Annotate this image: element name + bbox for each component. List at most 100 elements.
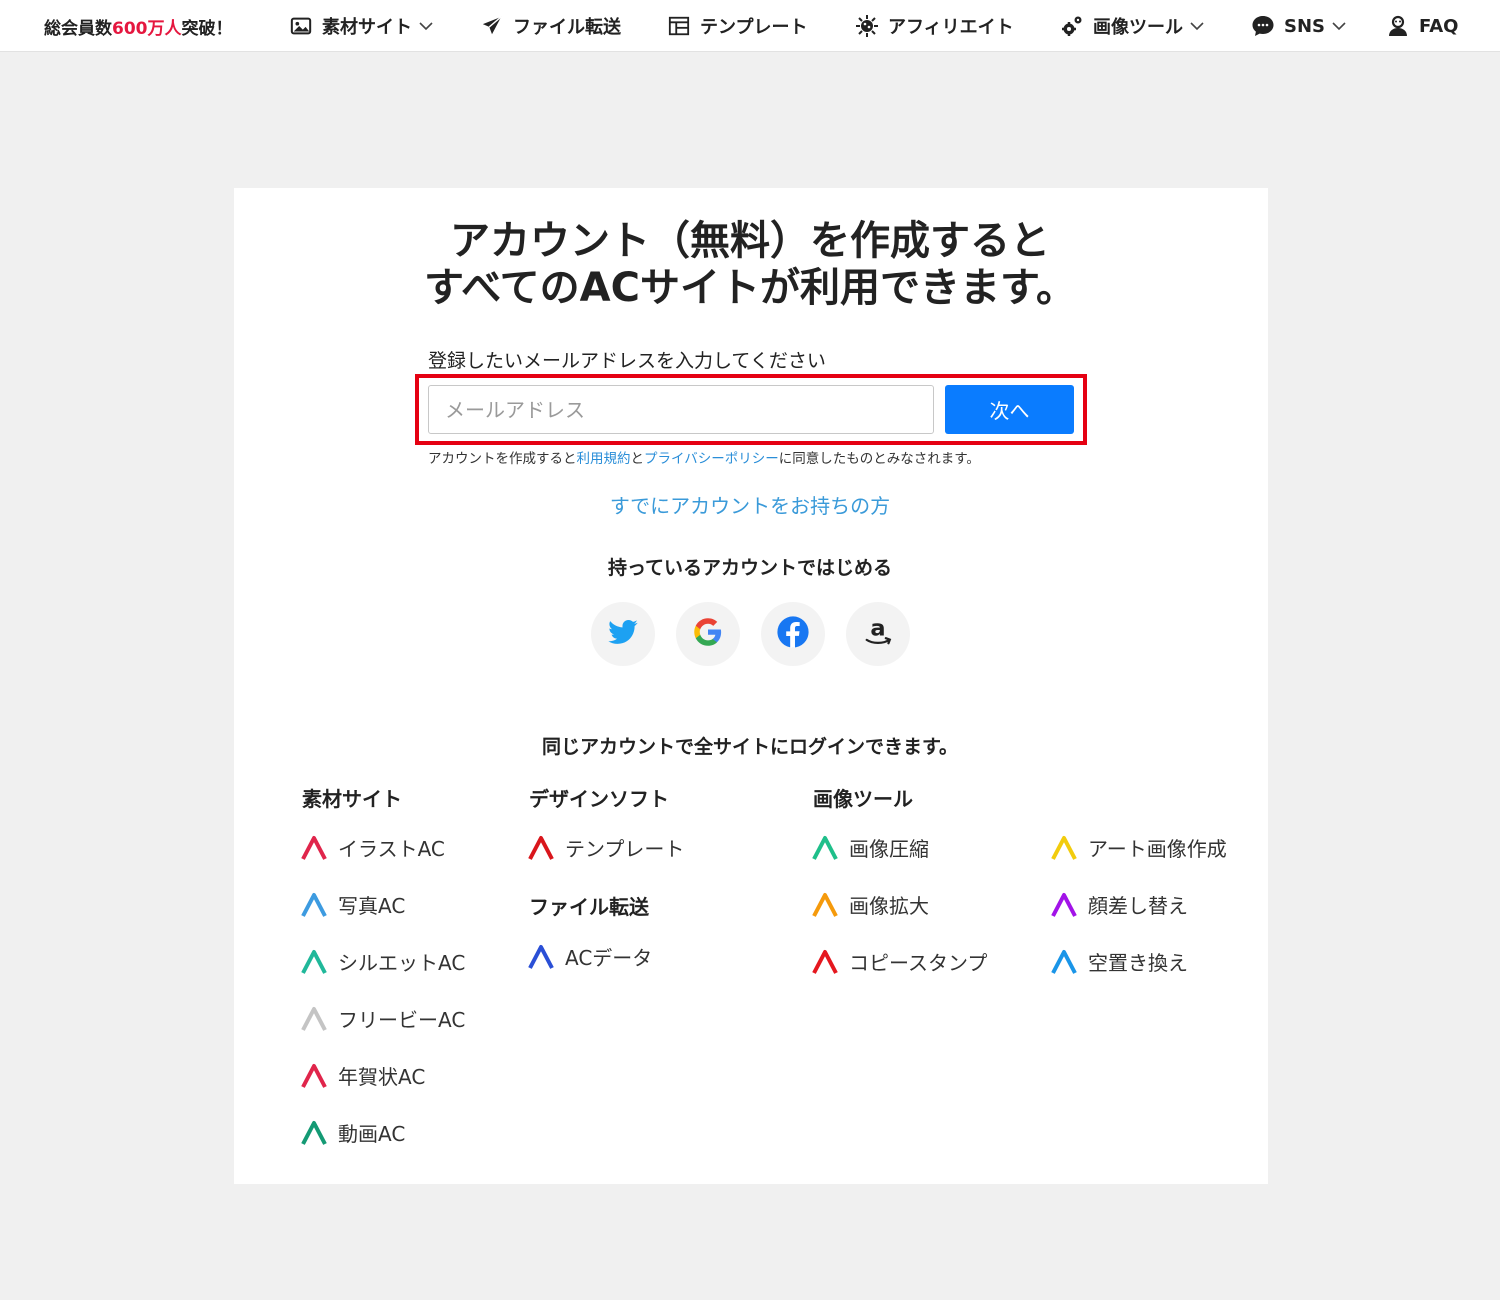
member-count-banner: 総会員数 600万人 突破！ bbox=[44, 0, 233, 52]
terms-middle: と bbox=[630, 451, 645, 467]
site-label: 空置き換え bbox=[1088, 951, 1188, 975]
site-label: 年賀状AC bbox=[338, 1065, 426, 1089]
site-link-face-swap[interactable]: 顔差し替え bbox=[1051, 890, 1188, 919]
facebook-icon bbox=[776, 615, 810, 653]
ac-logo-icon bbox=[301, 949, 327, 974]
image-tools-heading: 画像ツール bbox=[813, 787, 913, 811]
user-support-icon bbox=[1386, 14, 1410, 38]
chevron-down-icon bbox=[1331, 18, 1347, 34]
twitter-login-button[interactable] bbox=[591, 602, 655, 666]
top-navigation: 総会員数 600万人 突破！ 素材サイト ファイル転送 テンプレート アフィリエイト… bbox=[0, 0, 1500, 52]
template-icon bbox=[667, 14, 691, 38]
promo-suffix: 突破！ bbox=[181, 18, 233, 39]
terms-prefix: アカウントを作成すると bbox=[428, 451, 577, 467]
site-label: ACデータ bbox=[565, 946, 653, 970]
ac-logo-icon bbox=[528, 944, 554, 969]
site-link-image-upscale[interactable]: 画像拡大 bbox=[812, 890, 929, 919]
site-label: 画像拡大 bbox=[849, 894, 929, 918]
site-label: 写真AC bbox=[338, 894, 406, 918]
promo-highlight: 600万人 bbox=[112, 18, 182, 39]
nav-file-transfer[interactable]: ファイル転送 bbox=[480, 0, 621, 52]
ac-logo-icon bbox=[1051, 949, 1077, 974]
social-login-title: 持っているアカウントではじめる bbox=[607, 557, 893, 579]
amazon-icon: a bbox=[860, 614, 896, 654]
promo-prefix: 総会員数 bbox=[44, 18, 112, 39]
site-link-photo-ac[interactable]: 写真AC bbox=[301, 890, 405, 919]
design-software-heading: デザインソフト bbox=[529, 787, 669, 811]
ac-logo-icon bbox=[528, 835, 554, 860]
nav-label: 画像ツール bbox=[1093, 17, 1183, 38]
ac-logo-icon bbox=[812, 835, 838, 860]
ac-logo-icon bbox=[301, 892, 327, 917]
page-title: アカウント（無料）を作成すると すべてのACサイトが利用できます。 bbox=[0, 218, 1500, 312]
paper-plane-icon bbox=[480, 14, 504, 38]
site-label: シルエットAC bbox=[338, 951, 466, 975]
terms-suffix: に同意したものとみなされます。 bbox=[778, 451, 980, 467]
privacy-policy-link[interactable]: プライバシーポリシー bbox=[644, 451, 779, 467]
site-link-copy-stamp[interactable]: コピースタンプ bbox=[812, 947, 987, 976]
ac-logo-icon bbox=[1051, 835, 1077, 860]
nav-label: SNS bbox=[1284, 15, 1325, 37]
title-line-1: アカウント（無料）を作成すると bbox=[450, 218, 1050, 264]
twitter-icon bbox=[607, 616, 639, 652]
ac-logo-icon bbox=[1051, 892, 1077, 917]
site-label: 動画AC bbox=[338, 1122, 406, 1146]
material-sites-heading: 素材サイト bbox=[302, 787, 402, 811]
nav-label: アフィリエイト bbox=[888, 17, 1014, 38]
virus-icon bbox=[855, 14, 879, 38]
email-label: 登録したいメールアドレスを入力してください bbox=[428, 350, 826, 372]
terms-notice: アカウントを作成すると利用規約とプライバシーポリシーに同意したものとみなされます… bbox=[428, 447, 980, 467]
next-button[interactable]: 次へ bbox=[945, 385, 1074, 434]
nav-label: ファイル転送 bbox=[513, 17, 621, 38]
existing-account-row: すでにアカウントをお持ちの方 bbox=[0, 490, 1500, 519]
svg-text:a: a bbox=[870, 615, 885, 641]
ac-logo-icon bbox=[301, 1006, 327, 1031]
file-transfer-heading: ファイル転送 bbox=[529, 895, 649, 919]
google-icon bbox=[693, 617, 723, 651]
gears-icon bbox=[1060, 14, 1084, 38]
site-link-art-image[interactable]: アート画像作成 bbox=[1051, 833, 1227, 862]
nav-faq[interactable]: FAQ bbox=[1386, 0, 1458, 52]
site-link-freebie-ac[interactable]: フリービーAC bbox=[301, 1004, 465, 1033]
ac-logo-icon bbox=[301, 835, 327, 860]
chat-bubble-icon bbox=[1251, 14, 1275, 38]
ac-logo-icon bbox=[812, 949, 838, 974]
google-login-button[interactable] bbox=[676, 602, 740, 666]
site-label: フリービーAC bbox=[338, 1008, 466, 1032]
nav-label: 素材サイト bbox=[322, 17, 412, 38]
site-label: 画像圧縮 bbox=[849, 837, 929, 861]
amazon-login-button[interactable]: a bbox=[846, 602, 910, 666]
site-link-sky-replace[interactable]: 空置き換え bbox=[1051, 947, 1188, 976]
site-link-nengajo-ac[interactable]: 年賀状AC bbox=[301, 1061, 425, 1090]
site-link-silhouette-ac[interactable]: シルエットAC bbox=[301, 947, 465, 976]
email-input[interactable] bbox=[428, 385, 934, 434]
nav-label: テンプレート bbox=[700, 17, 808, 38]
title-line-2: すべてのACサイトが利用できます。 bbox=[424, 265, 1076, 311]
site-label: テンプレート bbox=[565, 837, 685, 861]
site-label: イラストAC bbox=[338, 837, 445, 861]
chevron-down-icon bbox=[418, 18, 434, 34]
site-link-image-compress[interactable]: 画像圧縮 bbox=[812, 833, 929, 862]
ac-logo-icon bbox=[301, 1063, 327, 1088]
nav-template[interactable]: テンプレート bbox=[667, 0, 807, 52]
facebook-login-button[interactable] bbox=[761, 602, 825, 666]
existing-account-link[interactable]: すでにアカウントをお持ちの方 bbox=[610, 494, 890, 518]
site-link-video-ac[interactable]: 動画AC bbox=[301, 1118, 405, 1147]
site-label: コピースタンプ bbox=[849, 951, 988, 975]
signup-card bbox=[234, 188, 1268, 1184]
nav-affiliate[interactable]: アフィリエイト bbox=[855, 0, 1014, 52]
chevron-down-icon bbox=[1189, 18, 1205, 34]
terms-of-use-link[interactable]: 利用規約 bbox=[577, 451, 631, 467]
nav-label: FAQ bbox=[1419, 15, 1459, 37]
site-link-template[interactable]: テンプレート bbox=[528, 833, 684, 862]
site-link-ac-data[interactable]: ACデータ bbox=[528, 942, 652, 971]
site-link-illust-ac[interactable]: イラストAC bbox=[301, 833, 445, 862]
site-label: アート画像作成 bbox=[1088, 837, 1227, 861]
all-sites-title: 同じアカウントで全サイトにログインできます。 bbox=[541, 736, 959, 758]
image-icon bbox=[289, 14, 313, 38]
nav-image-tools[interactable]: 画像ツール bbox=[1060, 0, 1205, 52]
nav-sns[interactable]: SNS bbox=[1251, 0, 1347, 52]
ac-logo-icon bbox=[812, 892, 838, 917]
nav-material-sites[interactable]: 素材サイト bbox=[289, 0, 434, 52]
ac-logo-icon bbox=[301, 1120, 327, 1145]
